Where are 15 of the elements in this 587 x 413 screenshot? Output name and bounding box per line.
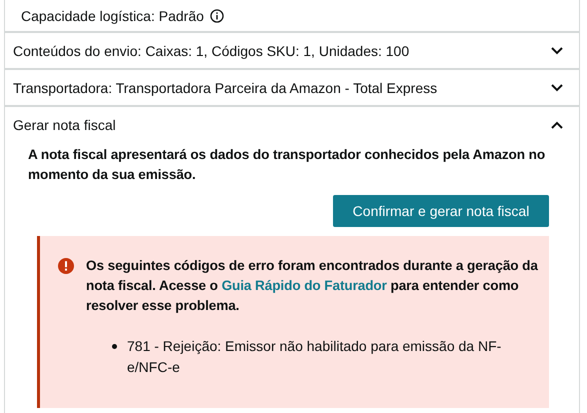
section-title: Gerar nota fiscal: [13, 116, 116, 132]
chevron-down-icon: [551, 46, 563, 54]
chevron-down-icon: [551, 84, 563, 92]
info-note: A nota fiscal apresentará os dados do transportador conhecidos pela Amazon no momento da sua emissão.: [28, 146, 546, 184]
generate-invoice-button[interactable]: Confirmar e gerar nota fiscal: [333, 195, 549, 227]
error-message: Os seguintes códigos de erro foram encontrados durante a geração da nota fiscal. Acesse o Guia Rápido do Faturador para entender como resolver esse problema.: [86, 257, 539, 315]
info-icon[interactable]: [210, 8, 224, 22]
guide-link[interactable]: Guia Rápido do Faturador: [222, 278, 387, 293]
chevron-up-icon: [551, 120, 563, 128]
capacity-label: Capacidade logística: Padrão: [21, 8, 204, 24]
error-item: 781 - Rejeição: Emissor não habilitado para emissão da NF-e/NFC-e: [127, 337, 502, 377]
error-icon: [58, 258, 74, 274]
section-title: Transportadora: Transportadora Parceira da Amazon - Total Express: [13, 80, 438, 96]
bullet-icon: [112, 344, 117, 349]
section-title: Conteúdos do envio: Caixas: 1, Códigos SKU: 1, Unidades: 100: [13, 42, 410, 58]
